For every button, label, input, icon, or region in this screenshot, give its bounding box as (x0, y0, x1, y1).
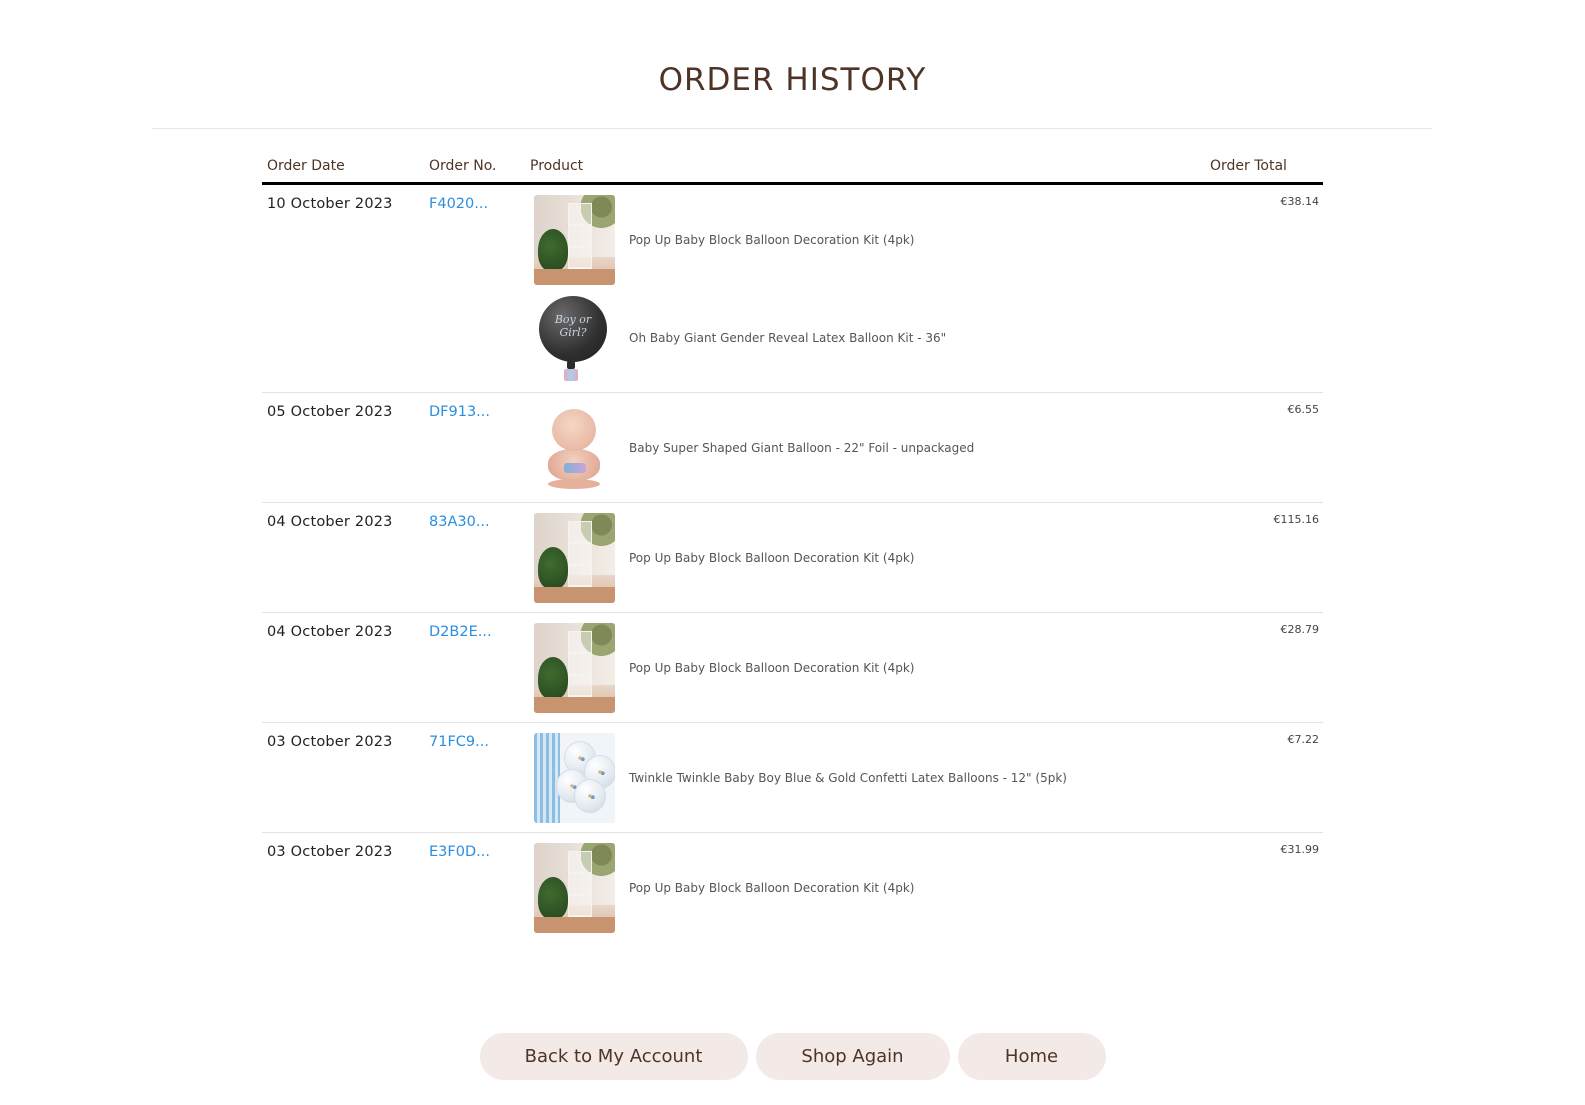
thumbnail-shape (568, 851, 592, 873)
thumbnail-shape (534, 697, 615, 713)
action-buttons: Back to My Account Shop Again Home (0, 1033, 1585, 1080)
thumbnail-shape (534, 269, 615, 285)
table-row: 03 October 2023 71FC9... Twinkle Twinkle B… (262, 723, 1323, 833)
order-number-link[interactable]: DF913... (429, 403, 530, 420)
product-item: Boy or Girl? Oh Baby Giant Gender Reveal … (530, 293, 1208, 383)
order-total: €6.55 (1287, 403, 1320, 416)
order-products: Twinkle Twinkle Baby Boy Blue & Gold Con… (530, 733, 1208, 823)
order-products: Pop Up Baby Block Balloon Decoration Kit… (530, 195, 1208, 383)
thumbnail-shape (568, 653, 592, 675)
thumbnail-shape (568, 675, 592, 697)
header-order-total: Order Total (1210, 158, 1287, 174)
header-order-date: Order Date (267, 158, 345, 174)
product-name[interactable]: Pop Up Baby Block Balloon Decoration Kit… (629, 551, 914, 565)
back-to-account-button[interactable]: Back to My Account (479, 1033, 748, 1080)
table-row: 04 October 2023 D2B2E... Pop Up Baby Block… (262, 613, 1323, 723)
product-thumbnail[interactable]: Boy or Girl? (534, 293, 615, 383)
order-date: 04 October 2023 (267, 514, 393, 530)
product-thumbnail[interactable] (534, 733, 615, 823)
order-number-link[interactable]: E3F0D... (429, 843, 530, 860)
order-date: 03 October 2023 (267, 734, 393, 750)
thumbnail-shape (538, 657, 568, 699)
thumbnail-shape (568, 225, 592, 247)
title-divider (152, 128, 1432, 129)
thumbnail-shape (552, 409, 596, 451)
order-products: Pop Up Baby Block Balloon Decoration Kit… (530, 843, 1208, 933)
product-item: Pop Up Baby Block Balloon Decoration Kit… (530, 623, 1208, 713)
order-date: 04 October 2023 (267, 624, 393, 640)
header-product: Product (530, 158, 584, 174)
product-item: Pop Up Baby Block Balloon Decoration Kit… (530, 843, 1208, 933)
thumbnail-shape (534, 587, 615, 603)
thumbnail-shape (538, 547, 568, 589)
product-name[interactable]: Pop Up Baby Block Balloon Decoration Kit… (629, 661, 914, 675)
order-total: €28.79 (1280, 623, 1320, 636)
product-name[interactable]: Baby Super Shaped Giant Balloon - 22" Fo… (629, 441, 974, 455)
thumbnail-shape (564, 369, 578, 381)
thumbnail-shape (568, 565, 592, 587)
product-item: Pop Up Baby Block Balloon Decoration Kit… (530, 513, 1208, 603)
product-item: Baby Super Shaped Giant Balloon - 22" Fo… (530, 403, 1208, 493)
product-name[interactable]: Twinkle Twinkle Baby Boy Blue & Gold Con… (629, 771, 1067, 785)
order-products: Pop Up Baby Block Balloon Decoration Kit… (530, 513, 1208, 603)
table-row: 03 October 2023 E3F0D... Pop Up Baby Block… (262, 833, 1323, 942)
order-history-table: Order Date Order No. Product Order Total… (262, 148, 1323, 942)
page-title: ORDER HISTORY (658, 62, 927, 98)
thumbnail-shape (574, 779, 606, 813)
table-row: 10 October 2023 F4020... Pop Up Baby Block… (262, 185, 1323, 393)
thumbnail-shape (568, 247, 592, 269)
order-products: Pop Up Baby Block Balloon Decoration Kit… (530, 623, 1208, 713)
order-total: €31.99 (1280, 843, 1320, 856)
table-header: Order Date Order No. Product Order Total (262, 148, 1323, 185)
thumbnail-shape (568, 873, 592, 895)
header-order-number: Order No. (429, 158, 497, 174)
thumbnail-shape (568, 203, 592, 225)
order-total: €7.22 (1287, 733, 1320, 746)
thumbnail-shape (538, 877, 568, 919)
table-row: 05 October 2023 DF913... Baby Super Shaped… (262, 393, 1323, 503)
product-thumbnail[interactable] (534, 843, 615, 933)
order-date: 10 October 2023 (267, 196, 393, 212)
order-total: €115.16 (1273, 513, 1320, 526)
order-number-link[interactable]: D2B2E... (429, 623, 530, 640)
product-thumbnail[interactable] (534, 195, 615, 285)
thumbnail-shape (564, 463, 586, 473)
home-button[interactable]: Home (957, 1033, 1106, 1080)
product-name[interactable]: Pop Up Baby Block Balloon Decoration Kit… (629, 881, 914, 895)
order-products: Baby Super Shaped Giant Balloon - 22" Fo… (530, 403, 1208, 493)
table-body: 10 October 2023 F4020... Pop Up Baby Block… (262, 185, 1323, 942)
product-thumbnail[interactable] (534, 513, 615, 603)
order-number-link[interactable]: F4020... (429, 195, 530, 212)
product-thumbnail[interactable] (534, 403, 615, 493)
product-name[interactable]: Pop Up Baby Block Balloon Decoration Kit… (629, 233, 914, 247)
thumb-text: Boy or Girl? (554, 313, 592, 339)
order-number-link[interactable]: 83A30... (429, 513, 530, 530)
order-date: 05 October 2023 (267, 404, 393, 420)
product-thumbnail[interactable] (534, 623, 615, 713)
order-date: 03 October 2023 (267, 844, 393, 860)
thumbnail-shape (568, 521, 592, 543)
thumbnail-shape (568, 631, 592, 653)
thumbnail-shape (567, 361, 575, 369)
thumbnail-shape (534, 917, 615, 933)
table-row: 04 October 2023 83A30... Pop Up Baby Block… (262, 503, 1323, 613)
product-item: Pop Up Baby Block Balloon Decoration Kit… (530, 195, 1208, 285)
thumbnail-shape (534, 733, 560, 823)
shop-again-button[interactable]: Shop Again (755, 1033, 950, 1080)
thumbnail-shape (538, 229, 568, 271)
order-number-link[interactable]: 71FC9... (429, 733, 530, 750)
product-name[interactable]: Oh Baby Giant Gender Reveal Latex Balloo… (629, 331, 946, 345)
product-item: Twinkle Twinkle Baby Boy Blue & Gold Con… (530, 733, 1208, 823)
order-total: €38.14 (1280, 195, 1320, 208)
thumbnail-shape (568, 895, 592, 917)
thumbnail-shape (568, 543, 592, 565)
thumbnail-shape (548, 479, 600, 489)
